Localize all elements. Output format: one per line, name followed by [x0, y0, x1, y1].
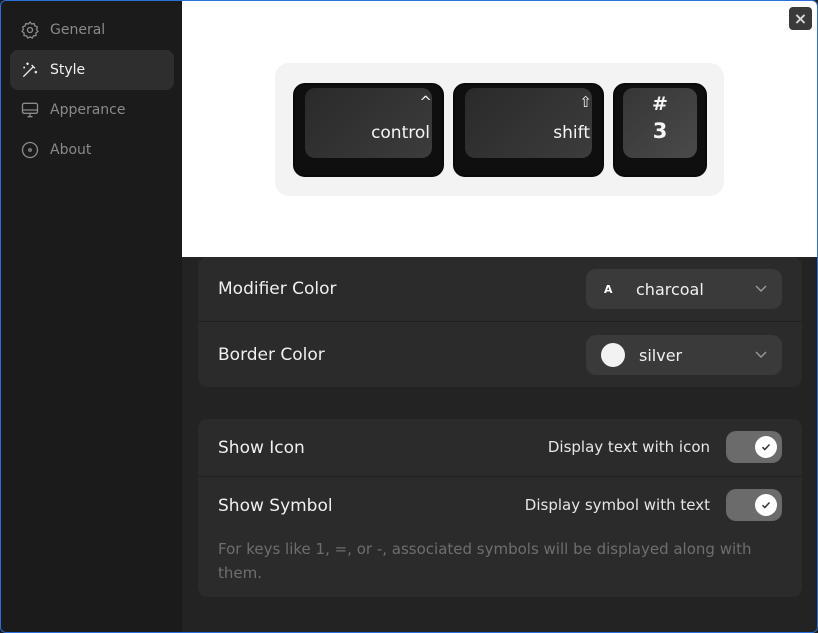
check-icon — [761, 443, 771, 451]
border-color-label: Border Color — [218, 344, 325, 365]
close-icon: × — [793, 8, 808, 28]
sidebar-item-label: About — [50, 142, 92, 158]
border-color-row: Border Color silver — [198, 322, 802, 387]
keystroke-preview: × ^ control ⇧ shift # 3 — [182, 1, 817, 257]
show-symbol-row: Show Symbol Display symbol with text — [198, 477, 802, 535]
modifier-color-label: Modifier Color — [218, 279, 337, 299]
display-settings-card: Show Icon Display text with icon Show Sy… — [198, 419, 802, 597]
sidebar-item-label: General — [50, 22, 106, 38]
toggle-knob — [755, 494, 777, 516]
magic-wand-icon — [19, 59, 41, 81]
settings-window: General Style Apperance About × ^ contro… — [0, 0, 818, 633]
key-3: # 3 — [613, 83, 707, 177]
sidebar-item-apperance[interactable]: Apperance — [10, 90, 174, 130]
show-symbol-toggle[interactable] — [726, 489, 782, 521]
font-icon: A — [604, 282, 613, 296]
gear-icon — [19, 19, 41, 41]
key-label: control — [371, 123, 430, 143]
sidebar-item-about[interactable]: About — [10, 130, 174, 170]
close-button[interactable]: × — [789, 7, 812, 30]
keys-tray: ^ control ⇧ shift # 3 — [275, 63, 724, 196]
toggle-knob — [755, 436, 777, 458]
sidebar: General Style Apperance About — [1, 1, 182, 632]
key-shift: ⇧ shift — [453, 83, 604, 177]
show-icon-row: Show Icon Display text with icon — [198, 419, 802, 476]
chevron-down-icon — [755, 351, 767, 358]
check-icon — [761, 501, 771, 509]
sidebar-item-general[interactable]: General — [10, 10, 174, 50]
sidebar-item-label: Apperance — [50, 102, 126, 118]
modifier-color-row: Modifier Color A charcoal — [198, 257, 802, 321]
show-icon-hint: Display text with icon — [547, 438, 710, 456]
sidebar-item-style[interactable]: Style — [10, 50, 174, 90]
border-color-select[interactable]: silver — [586, 335, 782, 375]
show-icon-label: Show Icon — [218, 437, 305, 458]
show-icon-toggle[interactable] — [726, 431, 782, 463]
show-symbol-label: Show Symbol — [218, 496, 333, 516]
shift-symbol: ⇧ — [579, 93, 592, 111]
key-symbol: # — [652, 93, 668, 115]
monitor-icon — [19, 99, 41, 121]
modifier-color-select[interactable]: A charcoal — [586, 269, 782, 309]
color-swatch — [601, 343, 625, 367]
control-symbol: ^ — [419, 93, 432, 111]
modifier-color-value: charcoal — [636, 279, 704, 299]
main-panel: × ^ control ⇧ shift # 3 Modifier Color A… — [182, 1, 817, 632]
disc-icon — [19, 139, 41, 161]
key-label: 3 — [652, 119, 668, 143]
border-color-value: silver — [639, 345, 683, 365]
chevron-down-icon — [755, 285, 767, 292]
sidebar-item-label: Style — [50, 62, 86, 78]
symbol-help-text: For keys like 1, =, or -, associated sym… — [218, 540, 752, 582]
key-label: shift — [553, 123, 590, 143]
key-control: ^ control — [293, 83, 444, 177]
color-settings-card: Modifier Color A charcoal Border Color s… — [198, 257, 802, 387]
show-symbol-hint: Display symbol with text — [524, 496, 710, 514]
